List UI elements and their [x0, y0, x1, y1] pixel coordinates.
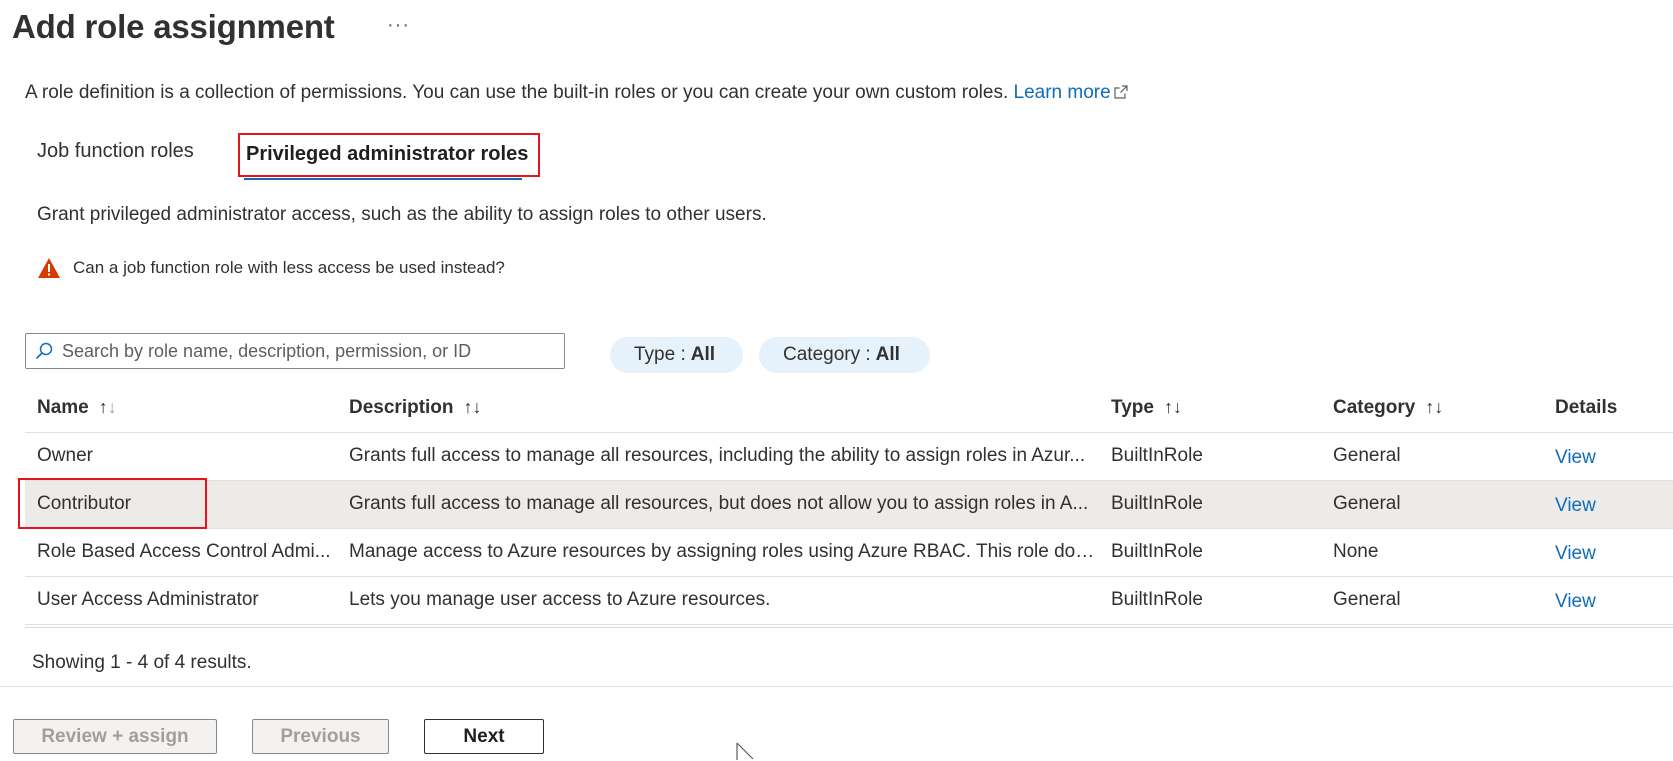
role-description: Lets you manage user access to Azure res…	[349, 589, 771, 610]
type-filter-label: Type :	[634, 344, 686, 365]
role-category: None	[1333, 541, 1379, 562]
view-details-link[interactable]: View	[1555, 543, 1655, 565]
role-description: Manage access to Azure resources by assi…	[349, 541, 1099, 562]
role-name: Owner	[37, 445, 93, 466]
tab-privileged-label: Privileged administrator roles	[246, 143, 529, 165]
grant-description: Grant privileged administrator access, s…	[37, 204, 767, 225]
previous-button[interactable]: Previous	[252, 719, 389, 754]
table-row[interactable]: Contributor Grants full access to manage…	[18, 478, 1673, 529]
view-details-link[interactable]: View	[1555, 591, 1655, 613]
table-row[interactable]: User Access Administrator Lets you manag…	[25, 577, 1673, 625]
column-header-name[interactable]: Name ↑↓	[37, 397, 117, 419]
tab-selected-indicator	[244, 178, 522, 180]
view-details-link[interactable]: View	[1555, 447, 1655, 469]
search-box[interactable]	[25, 333, 565, 369]
category-filter[interactable]: Category : All	[759, 337, 930, 373]
table-divider	[25, 625, 1673, 628]
search-icon	[35, 342, 53, 360]
column-type-label: Type	[1111, 397, 1154, 418]
view-details-link[interactable]: View	[1555, 495, 1655, 517]
tab-job-function-roles[interactable]: Job function roles	[37, 140, 194, 163]
results-count: Showing 1 - 4 of 4 results.	[32, 652, 252, 673]
role-type: BuiltInRole	[1111, 589, 1203, 610]
role-category: General	[1333, 445, 1401, 466]
category-filter-value: All	[875, 344, 900, 365]
learn-more-link[interactable]: Learn more	[1014, 82, 1128, 103]
table-row[interactable]: Owner Grants full access to manage all r…	[25, 433, 1673, 481]
column-details-label: Details	[1555, 397, 1618, 418]
role-description: Grants full access to manage all resourc…	[349, 493, 1089, 514]
role-category: General	[1333, 493, 1401, 514]
column-header-category[interactable]: Category ↑↓	[1333, 397, 1443, 419]
role-type: BuiltInRole	[1111, 541, 1203, 562]
column-category-label: Category	[1333, 397, 1416, 418]
column-name-label: Name	[37, 397, 89, 418]
column-description-label: Description	[349, 397, 454, 418]
external-link-icon	[1114, 85, 1128, 99]
role-type: BuiltInRole	[1111, 445, 1203, 466]
role-name: User Access Administrator	[37, 589, 259, 610]
more-icon[interactable]: ···	[387, 14, 410, 37]
warning-icon	[38, 258, 60, 278]
intro-text: A role definition is a collection of per…	[25, 82, 1128, 104]
role-type: BuiltInRole	[1111, 493, 1203, 514]
review-assign-button[interactable]: Review + assign	[13, 719, 217, 754]
role-description: Grants full access to manage all resourc…	[349, 445, 1086, 466]
category-filter-label: Category :	[783, 344, 871, 365]
role-name: Contributor	[37, 493, 131, 514]
sort-icon: ↑↓	[1163, 397, 1182, 417]
page-title: Add role assignment	[12, 8, 335, 45]
sort-icon: ↑↓	[463, 397, 482, 417]
tab-privileged-administrator-roles[interactable]: Privileged administrator roles	[238, 133, 541, 177]
learn-more-label: Learn more	[1013, 82, 1111, 103]
search-input[interactable]	[62, 340, 542, 362]
table-row[interactable]: Role Based Access Control Admi... Manage…	[25, 529, 1673, 577]
mouse-cursor-icon	[736, 742, 754, 760]
sort-icon: ↑↓	[98, 397, 117, 417]
role-name: Role Based Access Control Admi...	[37, 541, 331, 562]
column-header-details: Details	[1555, 397, 1617, 419]
column-header-description[interactable]: Description ↑↓	[349, 397, 482, 419]
type-filter[interactable]: Type : All	[610, 337, 743, 373]
role-category: General	[1333, 589, 1401, 610]
warning-message: Can a job function role with less access…	[37, 257, 505, 279]
column-header-type[interactable]: Type ↑↓	[1111, 397, 1182, 419]
table-header: Name ↑↓ Description ↑↓ Type ↑↓ Category ↑↓ D…	[25, 385, 1673, 433]
warning-text: Can a job function role with less access…	[73, 258, 505, 277]
roles-table: Name ↑↓ Description ↑↓ Type ↑↓ Category ↑↓ D…	[18, 385, 1673, 628]
type-filter-value: All	[690, 344, 716, 365]
next-button[interactable]: Next	[424, 719, 544, 754]
intro-description: A role definition is a collection of per…	[25, 82, 1009, 103]
sort-icon: ↑↓	[1425, 397, 1444, 417]
footer-divider	[0, 686, 1673, 687]
